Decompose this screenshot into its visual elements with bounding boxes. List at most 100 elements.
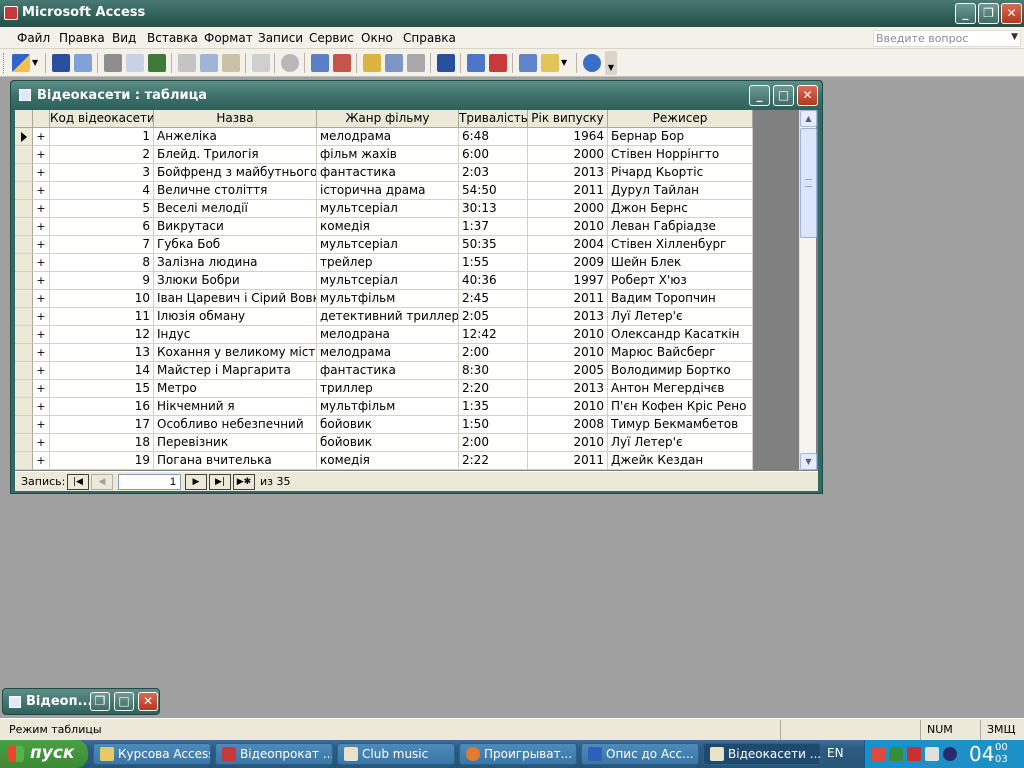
cell-year[interactable]: 2009 xyxy=(528,254,608,272)
cell-director[interactable]: Тимур Бекмамбетов xyxy=(608,416,753,434)
menu-file[interactable]: Файл xyxy=(17,31,50,45)
select-all-corner[interactable] xyxy=(15,110,33,128)
expand-subdatasheet-icon[interactable]: + xyxy=(33,434,50,452)
table-row[interactable]: +17 Особливо небезпечний бойовик 1:50 2008 Ти… xyxy=(15,416,753,434)
cell-duration[interactable]: 6:00 xyxy=(459,146,528,164)
help-icon[interactable] xyxy=(583,54,601,72)
cell-title[interactable]: Блейд. Трилогія xyxy=(154,146,317,164)
cell-title[interactable]: Ілюзія обману xyxy=(154,308,317,326)
cell-duration[interactable]: 2:00 xyxy=(459,344,528,362)
cell-year[interactable]: 2004 xyxy=(528,236,608,254)
column-header-year[interactable]: Рік випуску xyxy=(528,110,608,128)
record-selector[interactable] xyxy=(15,362,33,380)
table-row[interactable]: +1 Анжеліка мелодрама 6:48 1964 Бернар Бор xyxy=(15,128,753,146)
minimized-close-button[interactable]: ✕ xyxy=(138,692,158,711)
copy-icon[interactable] xyxy=(200,54,218,72)
table-row[interactable]: +19 Погана вчителька комедія 2:22 2011 Джейк … xyxy=(15,452,753,470)
expand-subdatasheet-icon[interactable]: + xyxy=(33,272,50,290)
cell-genre[interactable]: мультсеріал xyxy=(317,200,459,218)
menu-records[interactable]: Записи xyxy=(258,31,303,45)
cell-genre[interactable]: мультфільм xyxy=(317,398,459,416)
sort-ascending-icon[interactable] xyxy=(311,54,329,72)
record-selector[interactable] xyxy=(15,398,33,416)
cell-year[interactable]: 2008 xyxy=(528,416,608,434)
vertical-scrollbar[interactable]: ▲ ▼ xyxy=(799,110,817,470)
cell-year[interactable]: 2000 xyxy=(528,146,608,164)
cell-code[interactable]: 10 xyxy=(50,290,154,308)
scroll-up-icon[interactable]: ▲ xyxy=(800,110,817,127)
cell-title[interactable]: Викрутаси xyxy=(154,218,317,236)
cell-genre[interactable]: триллер xyxy=(317,380,459,398)
cell-director[interactable]: Антон Мегердічєв xyxy=(608,380,753,398)
tray-network-icon[interactable] xyxy=(907,747,921,761)
cell-title[interactable]: Іван Царевич і Сірий Вовк xyxy=(154,290,317,308)
cell-duration[interactable]: 50:35 xyxy=(459,236,528,254)
cell-duration[interactable]: 2:05 xyxy=(459,308,528,326)
record-selector[interactable] xyxy=(15,218,33,236)
expand-subdatasheet-icon[interactable]: + xyxy=(33,398,50,416)
expand-subdatasheet-icon[interactable]: + xyxy=(33,380,50,398)
record-selector[interactable] xyxy=(15,308,33,326)
cell-code[interactable]: 13 xyxy=(50,344,154,362)
cell-code[interactable]: 3 xyxy=(50,164,154,182)
cell-code[interactable]: 1 xyxy=(50,128,154,146)
cell-genre[interactable]: бойовик xyxy=(317,434,459,452)
cell-duration[interactable]: 1:37 xyxy=(459,218,528,236)
cell-director[interactable]: Дурул Тайлан xyxy=(608,182,753,200)
cell-duration[interactable]: 8:30 xyxy=(459,362,528,380)
table-row[interactable]: +14 Майстер і Маргарита фантастика 8:30 2005… xyxy=(15,362,753,380)
expand-subdatasheet-icon[interactable]: + xyxy=(33,308,50,326)
column-header-duration[interactable]: Тривалість xyxy=(459,110,528,128)
cell-director[interactable]: Джон Бернс xyxy=(608,200,753,218)
ask-question-input[interactable]: Введите вопрос ▼ xyxy=(873,30,1021,47)
record-selector[interactable] xyxy=(15,416,33,434)
minimized-restore-button[interactable]: ❐ xyxy=(90,692,110,711)
menu-format[interactable]: Формат xyxy=(204,31,253,45)
task-button[interactable]: Проигрыват... xyxy=(459,743,577,765)
cell-director[interactable]: Стівен Норрінгто xyxy=(608,146,753,164)
cell-code[interactable]: 5 xyxy=(50,200,154,218)
cell-year[interactable]: 2010 xyxy=(528,326,608,344)
cell-year[interactable]: 2010 xyxy=(528,434,608,452)
search-file-icon[interactable] xyxy=(74,54,92,72)
expand-subdatasheet-icon[interactable]: + xyxy=(33,146,50,164)
cell-genre[interactable]: бойовик xyxy=(317,416,459,434)
cell-genre[interactable]: мультсеріал xyxy=(317,272,459,290)
cell-code[interactable]: 8 xyxy=(50,254,154,272)
expand-column-header[interactable] xyxy=(33,110,50,128)
expand-subdatasheet-icon[interactable]: + xyxy=(33,200,50,218)
cell-title[interactable]: Особливо небезпечний xyxy=(154,416,317,434)
menu-window[interactable]: Окно xyxy=(361,31,393,45)
cell-title[interactable]: Перевізник xyxy=(154,434,317,452)
cell-director[interactable]: Володимир Бортко xyxy=(608,362,753,380)
cell-year[interactable]: 2010 xyxy=(528,218,608,236)
menu-tools[interactable]: Сервис xyxy=(309,31,354,45)
cell-title[interactable]: Майстер і Маргарита xyxy=(154,362,317,380)
filter-by-form-icon[interactable] xyxy=(385,54,403,72)
record-selector[interactable] xyxy=(15,272,33,290)
expand-subdatasheet-icon[interactable]: + xyxy=(33,218,50,236)
column-header-genre[interactable]: Жанр фільму xyxy=(317,110,459,128)
table-row[interactable]: +9 Злюки Бобри мультсеріал 40:36 1997 Роберт … xyxy=(15,272,753,290)
record-selector[interactable] xyxy=(15,434,33,452)
view-dropdown-icon[interactable]: ▼ xyxy=(32,54,40,72)
cell-year[interactable]: 2013 xyxy=(528,380,608,398)
task-button-active[interactable]: Відеокасети ... xyxy=(703,743,821,765)
spelling-icon[interactable] xyxy=(148,54,166,72)
minimized-window[interactable]: Відеоп... ❐ □ ✕ xyxy=(2,688,160,715)
new-object-dropdown-icon[interactable]: ▼ xyxy=(561,54,569,72)
language-indicator[interactable]: EN xyxy=(827,746,844,760)
cell-year[interactable]: 1997 xyxy=(528,272,608,290)
cell-code[interactable]: 9 xyxy=(50,272,154,290)
delete-record-icon[interactable] xyxy=(489,54,507,72)
cell-title[interactable]: Анжеліка xyxy=(154,128,317,146)
start-button[interactable]: пуск xyxy=(0,740,88,768)
cell-duration[interactable]: 30:13 xyxy=(459,200,528,218)
table-row[interactable]: +12 Індус мелодрана 12:42 2010 Олександр Каса… xyxy=(15,326,753,344)
cell-title[interactable]: Метро xyxy=(154,380,317,398)
cell-genre[interactable]: мультфільм xyxy=(317,290,459,308)
cell-genre[interactable]: комедія xyxy=(317,452,459,470)
column-header-title[interactable]: Назва xyxy=(154,110,317,128)
expand-subdatasheet-icon[interactable]: + xyxy=(33,326,50,344)
record-selector[interactable] xyxy=(15,182,33,200)
